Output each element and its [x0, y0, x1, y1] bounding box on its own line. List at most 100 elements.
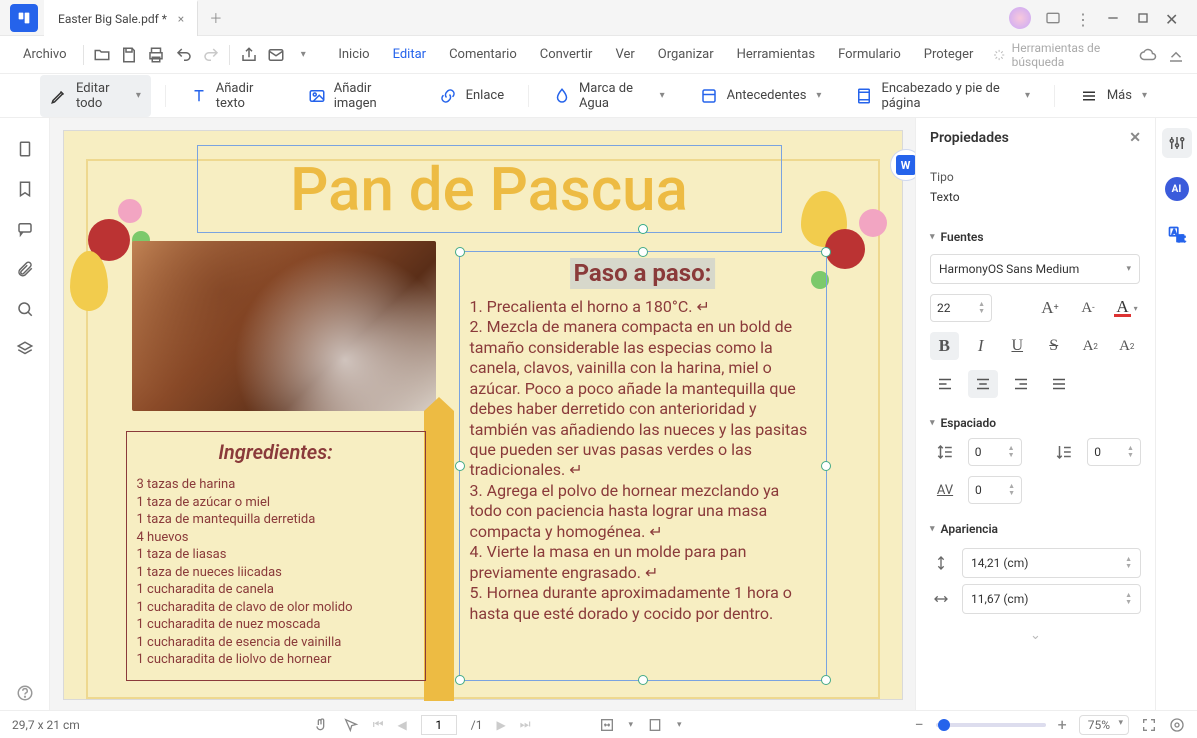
user-avatar-icon[interactable]	[1009, 7, 1031, 29]
zoom-out-icon[interactable]: −	[914, 715, 923, 734]
save-icon[interactable]	[116, 40, 142, 70]
translate-icon[interactable]: A文	[1162, 220, 1192, 250]
attachments-icon[interactable]	[8, 252, 42, 286]
line-spacing-input[interactable]: 0▲▼	[968, 438, 1022, 466]
share-icon[interactable]	[235, 40, 261, 70]
header-footer-button[interactable]: Encabezado y pie de página▾	[845, 75, 1040, 117]
app-logo[interactable]	[10, 4, 38, 32]
open-icon[interactable]	[88, 40, 114, 70]
select-tool-icon[interactable]	[343, 717, 359, 733]
read-mode-icon[interactable]	[1169, 717, 1185, 733]
maximize-icon[interactable]	[1135, 10, 1151, 26]
menu-comentario[interactable]: Comentario	[438, 41, 528, 68]
font-family-select[interactable]: HarmonyOS Sans Medium▾	[930, 254, 1140, 284]
strikethrough-button[interactable]: S	[1040, 332, 1069, 360]
close-window-icon[interactable]: ✕	[1165, 10, 1181, 26]
search-icon[interactable]	[8, 292, 42, 326]
hand-tool-icon[interactable]	[313, 717, 329, 733]
bold-button[interactable]: B	[930, 332, 959, 360]
first-page-icon[interactable]: ⏮	[373, 717, 384, 732]
more-dropdown-icon[interactable]: ▾	[290, 40, 316, 70]
zoom-select[interactable]: 75%	[1079, 715, 1129, 735]
decrease-font-icon[interactable]: A-	[1073, 294, 1103, 322]
menu-organizar[interactable]: Organizar	[647, 41, 725, 68]
fit-width-icon[interactable]	[599, 717, 615, 733]
next-page-icon[interactable]: ▶	[496, 718, 505, 732]
menu-file[interactable]: Archivo	[12, 41, 78, 68]
watermark-button[interactable]: Marca de Agua▾	[543, 75, 675, 117]
undo-icon[interactable]	[171, 40, 197, 70]
document-tab[interactable]: Easter Big Sale.pdf * ×	[44, 0, 198, 36]
document-canvas[interactable]: W Pan de Pascua Ingredientes:	[50, 118, 915, 710]
subscript-button[interactable]: A2	[1113, 332, 1142, 360]
view-mode-icon[interactable]	[647, 717, 663, 733]
scroll-down-icon[interactable]: ⌄	[916, 620, 1155, 651]
menu-convertir[interactable]: Convertir	[529, 41, 604, 68]
menu-formulario[interactable]: Formulario	[827, 41, 912, 68]
add-image-button[interactable]: Añadir imagen	[298, 75, 414, 117]
prev-page-icon[interactable]: ◀	[398, 718, 407, 732]
title-text-box[interactable]: Pan de Pascua	[197, 145, 782, 233]
superscript-button[interactable]: A2	[1076, 332, 1105, 360]
collapse-up-icon[interactable]	[1167, 46, 1185, 64]
edit-all-button[interactable]: Editar todo▾	[40, 75, 151, 117]
para-spacing-input[interactable]: 0▲▼	[1087, 438, 1141, 466]
cloud-icon[interactable]	[1139, 46, 1157, 64]
ingredients-list: 3 tazas de harina1 taza de azúcar o miel…	[137, 476, 415, 669]
kebab-menu-icon[interactable]: ⋮	[1075, 10, 1091, 26]
add-tab-button[interactable]: ＋	[198, 8, 234, 27]
thumbnails-icon[interactable]	[8, 132, 42, 166]
menu-editar[interactable]: Editar	[382, 41, 438, 68]
layers-icon[interactable]	[8, 332, 42, 366]
bookmarks-icon[interactable]	[8, 172, 42, 206]
search-tools[interactable]: Herramientas de búsqueda	[993, 41, 1138, 69]
align-right-button[interactable]	[1006, 370, 1036, 398]
recipe-image[interactable]	[132, 241, 436, 411]
help-icon[interactable]	[8, 676, 42, 710]
menu-herramientas[interactable]: Herramientas	[726, 41, 826, 68]
width-input[interactable]: 11,67 (cm)▲▼	[962, 584, 1141, 614]
align-left-button[interactable]	[930, 370, 960, 398]
spacing-section[interactable]: ▾Espaciado	[916, 406, 1155, 436]
font-color-icon[interactable]: A▾	[1111, 294, 1141, 322]
italic-button[interactable]: I	[967, 332, 996, 360]
ai-assistant-icon[interactable]: AI	[1162, 174, 1192, 204]
increase-font-icon[interactable]: A+	[1035, 294, 1065, 322]
height-input[interactable]: 14,21 (cm)▲▼	[962, 548, 1141, 578]
font-size-input[interactable]: 22▲▼	[930, 294, 992, 322]
settings-sliders-icon[interactable]	[1162, 128, 1192, 158]
minimize-icon[interactable]	[1105, 10, 1121, 26]
underline-button[interactable]: U	[1003, 332, 1032, 360]
para-spacing-icon	[1049, 438, 1079, 466]
page-number-input[interactable]	[421, 715, 457, 735]
edit-toolbar: Editar todo▾ Añadir texto Añadir imagen …	[0, 74, 1197, 118]
close-panel-icon[interactable]: ✕	[1129, 130, 1141, 146]
fullscreen-icon[interactable]	[1141, 717, 1157, 733]
fonts-section[interactable]: ▾Fuentes	[916, 220, 1155, 250]
zoom-slider[interactable]	[936, 723, 1046, 727]
word-export-badge[interactable]: W	[890, 149, 916, 181]
document-page[interactable]: W Pan de Pascua Ingredientes:	[63, 130, 903, 700]
ingredients-box[interactable]: Ingredientes: 3 tazas de harina1 taza de…	[126, 431, 426, 681]
zoom-in-icon[interactable]: +	[1058, 715, 1067, 734]
background-button[interactable]: Antecedentes▾	[689, 80, 832, 112]
add-text-button[interactable]: Añadir texto	[180, 75, 284, 117]
email-icon[interactable]	[263, 40, 289, 70]
align-justify-button[interactable]	[1044, 370, 1074, 398]
more-button[interactable]: Más▾	[1069, 80, 1157, 112]
menu-ver[interactable]: Ver	[604, 41, 645, 68]
print-icon[interactable]	[143, 40, 169, 70]
left-sidebar	[0, 118, 50, 710]
steps-text-box[interactable]: Paso a paso: 1. Precalienta el horno a 1…	[459, 251, 827, 681]
message-icon[interactable]	[1045, 10, 1061, 26]
appearance-section[interactable]: ▾Apariencia	[916, 512, 1155, 542]
align-center-button[interactable]	[968, 370, 998, 398]
last-page-icon[interactable]: ⏭	[520, 717, 531, 732]
comments-icon[interactable]	[8, 212, 42, 246]
close-tab-icon[interactable]: ×	[173, 11, 189, 27]
menu-inicio[interactable]: Inicio	[327, 41, 380, 68]
menu-proteger[interactable]: Proteger	[913, 41, 985, 68]
redo-icon[interactable]	[198, 40, 224, 70]
char-spacing-input[interactable]: 0▲▼	[968, 476, 1022, 504]
link-button[interactable]: Enlace	[428, 80, 515, 112]
